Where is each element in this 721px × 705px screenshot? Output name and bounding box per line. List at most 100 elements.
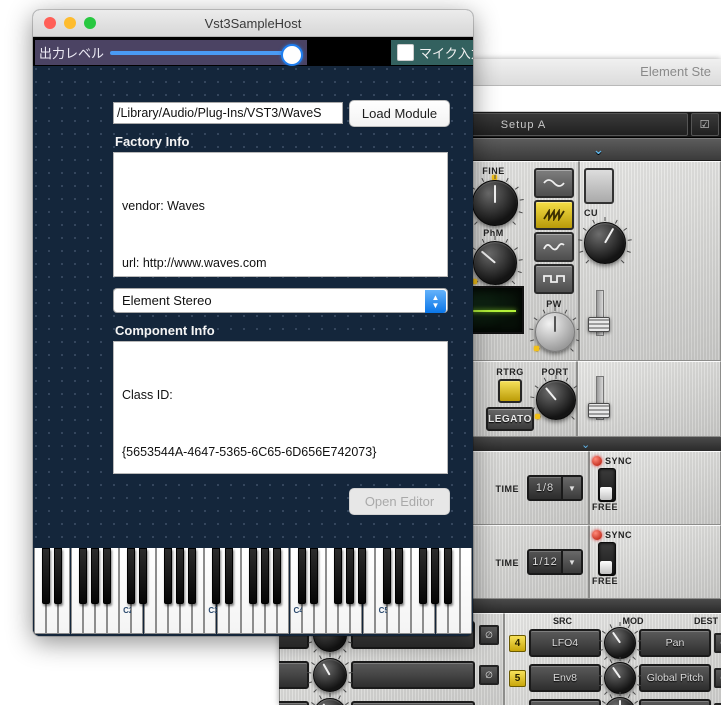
osc2-wave-tri-button[interactable] [534, 232, 574, 262]
output-level-slider[interactable] [110, 40, 303, 66]
mod-dest-3[interactable]: VCA [351, 701, 475, 705]
osc2-pw-mod-indicator [534, 346, 539, 351]
module-path-input[interactable]: /Library/Audio/Plug-Ins/VST3/WaveS [113, 102, 343, 124]
slider-thumb[interactable] [281, 43, 303, 66]
black-key[interactable] [261, 548, 270, 604]
black-key[interactable] [54, 548, 63, 604]
filter-fader[interactable] [588, 290, 610, 336]
rtrg-toggle[interactable] [498, 379, 522, 403]
mod-src-4[interactable]: LFO4 [529, 629, 601, 657]
mod-dest-6[interactable]: Mod2 [639, 699, 711, 705]
black-key[interactable] [139, 548, 148, 604]
close-button[interactable] [44, 17, 56, 29]
osc2-wave-sine-button[interactable] [534, 168, 574, 198]
lfo3-rate-combo[interactable]: 1/8 ▼ [527, 475, 583, 501]
mod-amount-knob-3[interactable] [311, 693, 349, 705]
midi-keyboard[interactable]: C2 C3 C4 C5 [33, 546, 473, 636]
checkbox-icon[interactable]: ☑ [691, 113, 719, 136]
window-controls [44, 17, 96, 29]
mod-amount-knob-4[interactable] [598, 622, 642, 660]
factory-info-title: Factory Info [115, 134, 190, 149]
osc2-wave-square-button[interactable] [534, 264, 574, 294]
white-key[interactable] [459, 548, 472, 634]
host-window-title: Vst3SampleHost [204, 15, 302, 31]
module-select[interactable]: Element Stereo ▲ ▼ [113, 288, 448, 313]
mod-invert-5[interactable]: ∅ [714, 668, 721, 688]
knob-ticks [465, 175, 524, 231]
rtrg-label: RTRG [496, 367, 524, 377]
rtrg-port-group: RTRG LEGATO PORT [486, 367, 582, 431]
lfo4-time-label: TIME [495, 558, 519, 568]
lfo4-right-led [592, 530, 602, 540]
mod-src-header: SRC [553, 616, 573, 626]
mod-number-4: 4 [509, 634, 526, 652]
black-key[interactable] [42, 548, 51, 604]
filter-env-fader[interactable] [588, 376, 610, 420]
mod-matrix-right: SRC MOD DEST 4 LFO4 Pan ∅ 5 Env8 Global … [504, 613, 721, 705]
black-key[interactable] [273, 548, 282, 604]
zoom-button[interactable] [84, 17, 96, 29]
load-module-button[interactable]: Load Module [349, 100, 450, 127]
knob-ticks [307, 653, 353, 697]
black-key[interactable] [212, 548, 221, 604]
mod-invert-4[interactable]: ∅ [714, 633, 721, 653]
mic-input-checkbox[interactable] [397, 44, 414, 61]
knob-ticks [578, 217, 632, 269]
filter-type-selector[interactable] [584, 168, 614, 204]
mod-src-6[interactable]: Modwheel [529, 699, 601, 705]
mod-amount-knob-6[interactable] [601, 692, 639, 705]
mod-src-5[interactable]: Env8 [529, 664, 601, 692]
black-key[interactable] [334, 548, 343, 604]
black-key[interactable] [431, 548, 440, 604]
host-content: /Library/Audio/Plug-Ins/VST3/WaveS Load … [33, 66, 473, 636]
plugin-title: Element Ste [640, 64, 711, 79]
component-info-box: Class ID: {5653544A-4647-5365-6C65-6D656… [113, 341, 448, 474]
lfo4-right-free-label: FREE [592, 576, 619, 586]
lfo4-rate-combo[interactable]: 1/12 ▼ [527, 549, 583, 575]
mod-invert-2[interactable]: ∅ [479, 665, 499, 685]
osc2-wave-saw-button[interactable] [534, 200, 574, 230]
black-key[interactable] [419, 548, 428, 604]
osc2-fine-knob[interactable] [465, 175, 524, 226]
filter-cutoff-knob[interactable] [578, 217, 632, 264]
black-key[interactable] [297, 548, 306, 604]
osc2-phm-knob[interactable] [466, 236, 523, 285]
black-key[interactable] [188, 548, 197, 604]
mod-src-3[interactable]: LFO3 [279, 701, 309, 705]
mod-amount-knob-5[interactable] [598, 657, 642, 695]
portamento-knob[interactable] [530, 375, 582, 420]
black-key[interactable] [163, 548, 172, 604]
black-key[interactable] [224, 548, 233, 604]
open-editor-button[interactable]: Open Editor [349, 488, 450, 515]
black-key[interactable] [78, 548, 87, 604]
mic-input-checkbox-group[interactable]: マイク入力 [391, 40, 473, 65]
mod-row-left-2: 2 al Pitch ∅ [279, 653, 499, 693]
black-key[interactable] [175, 548, 184, 604]
factory-info-line: vendor: Waves [122, 199, 205, 213]
mod-dest-5[interactable]: Global Pitch [639, 664, 711, 692]
black-key[interactable] [346, 548, 355, 604]
black-key[interactable] [358, 548, 367, 604]
legato-button[interactable]: LEGATO [486, 407, 534, 431]
lfo3-time-label: TIME [495, 484, 519, 494]
module-select-stepper[interactable]: ▲ ▼ [425, 290, 446, 313]
lfo3-right-switch[interactable] [598, 468, 616, 502]
lfo4-right-switch[interactable] [598, 542, 616, 576]
mod-dest-2[interactable] [351, 661, 475, 689]
black-key[interactable] [248, 548, 257, 604]
black-key[interactable] [394, 548, 403, 604]
mod-amount-knob-2[interactable] [307, 653, 353, 693]
black-key[interactable] [102, 548, 111, 604]
black-key[interactable] [127, 548, 136, 604]
black-key[interactable] [309, 548, 318, 604]
black-key[interactable] [443, 548, 452, 604]
mod-dest-4[interactable]: Pan [639, 629, 711, 657]
minimize-button[interactable] [64, 17, 76, 29]
osc2-type-column: PW [529, 162, 581, 360]
mod-invert-1[interactable]: ∅ [479, 625, 499, 645]
black-key[interactable] [90, 548, 99, 604]
mod-src-2[interactable]: al Pitch [279, 661, 309, 689]
osc2-pw-knob[interactable] [529, 307, 581, 352]
vst3samplehost-window: Vst3SampleHost 出力レベル マイク入力 /Library/Audi… [33, 10, 473, 636]
black-key[interactable] [382, 548, 391, 604]
